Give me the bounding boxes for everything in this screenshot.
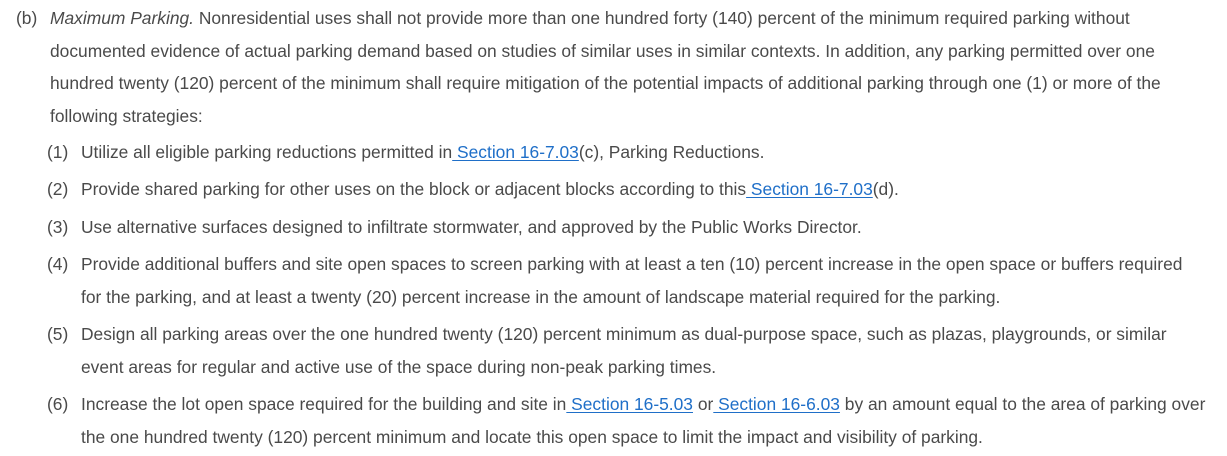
item-number: (3) xyxy=(47,217,69,237)
item-text: Use alternative surfaces designed to inf… xyxy=(81,217,862,237)
item-text: Design all parking areas over the one hu… xyxy=(81,324,1167,377)
paragraph-marker: (b) xyxy=(16,8,38,28)
section-16-7-03-link[interactable]: Section 16-7.03 xyxy=(746,179,873,199)
strategy-list: (1) Utilize all eligible parking reducti… xyxy=(47,136,1207,453)
item-text: or xyxy=(692,394,714,414)
list-item: (3) Use alternative surfaces designed to… xyxy=(47,211,1207,248)
list-item: (2) Provide shared parking for other use… xyxy=(47,173,1207,211)
section-16-7-03-link[interactable]: Section 16-7.03 xyxy=(452,142,579,162)
list-item: (6) Increase the lot open space required… xyxy=(47,388,1207,453)
paragraph-body: Maximum Parking. Nonresidential uses sha… xyxy=(50,2,1206,132)
item-number: (6) xyxy=(47,394,69,414)
paragraph-text: Nonresidential uses shall not provide mo… xyxy=(50,8,1161,126)
paragraph-heading: Maximum Parking. xyxy=(50,8,194,28)
list-item: (4) Provide additional buffers and site … xyxy=(47,248,1207,318)
item-text: (d). xyxy=(872,179,899,199)
item-text: (c), Parking Reductions. xyxy=(578,142,765,162)
list-item: (5) Design all parking areas over the on… xyxy=(47,318,1207,388)
paragraph-b: (b) Maximum Parking. Nonresidential uses… xyxy=(16,2,1206,132)
item-text: Utilize all eligible parking reductions … xyxy=(81,142,453,162)
list-item: (1) Utilize all eligible parking reducti… xyxy=(47,136,1207,173)
section-16-6-03-link[interactable]: Section 16-6.03 xyxy=(713,394,840,414)
document: (b) Maximum Parking. Nonresidential uses… xyxy=(0,0,1227,456)
item-number: (5) xyxy=(47,324,69,344)
item-text: Provide additional buffers and site open… xyxy=(81,254,1183,307)
section-16-5-03-link[interactable]: Section 16-5.03 xyxy=(566,394,693,414)
item-text: Increase the lot open space required for… xyxy=(81,394,567,414)
item-number: (1) xyxy=(47,142,69,162)
item-number: (4) xyxy=(47,254,69,274)
item-text: Provide shared parking for other uses on… xyxy=(81,179,747,199)
item-number: (2) xyxy=(47,179,69,199)
